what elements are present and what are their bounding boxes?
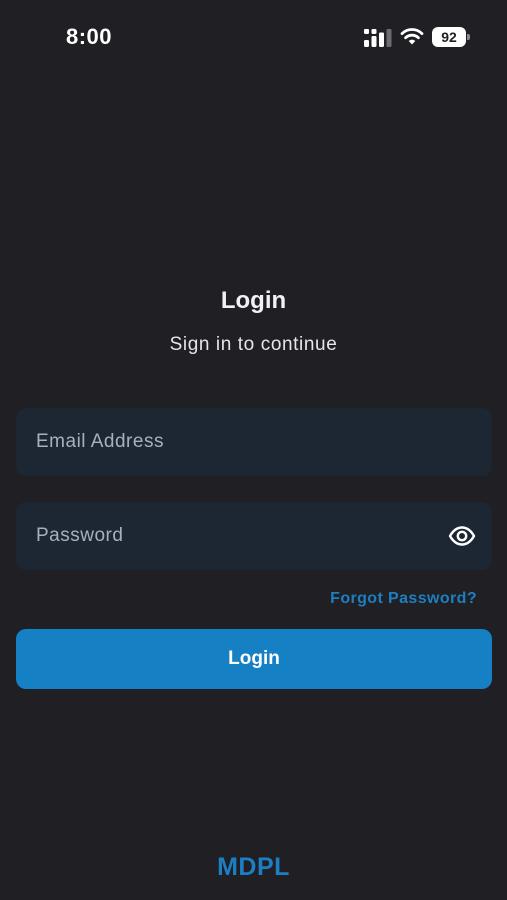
- login-button[interactable]: Login: [16, 629, 492, 689]
- status-bar: 8:00 92: [0, 0, 507, 72]
- cellular-signal-icon: [364, 29, 392, 47]
- email-input[interactable]: [16, 408, 492, 476]
- page-subtitle: Sign in to continue: [169, 334, 338, 355]
- forgot-password-link[interactable]: Forgot Password?: [330, 590, 477, 608]
- status-time: 8:00: [66, 24, 113, 49]
- wifi-icon: [400, 28, 424, 45]
- page-title: Login: [220, 287, 287, 314]
- battery-indicator: 92: [432, 27, 470, 47]
- password-input[interactable]: [16, 502, 492, 570]
- eye-icon[interactable]: [448, 524, 476, 548]
- password-field-container: [16, 502, 492, 570]
- email-field-container: [16, 408, 492, 476]
- battery-level: 92: [432, 27, 466, 47]
- brand-logo-text: MDPL: [217, 853, 290, 881]
- battery-cap: [467, 34, 470, 40]
- login-screen: 8:00 92 Login Sign in to continue Email …: [0, 0, 507, 900]
